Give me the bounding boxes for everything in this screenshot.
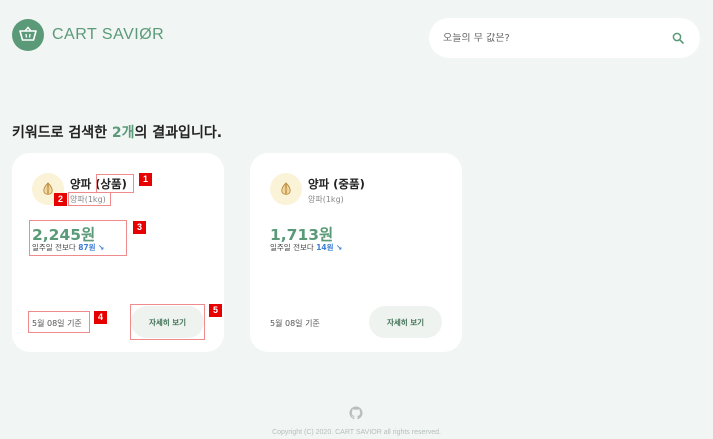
result-prefix: 키워드로 검색한 <box>12 125 112 141</box>
search-icon[interactable] <box>670 30 686 46</box>
search-input[interactable] <box>443 32 670 44</box>
logo[interactable]: CART SAVIØR <box>12 19 164 51</box>
detail-button[interactable]: 자세히 보기 <box>369 306 442 338</box>
copyright-text: Copyright (C) 2020. CART SAVIOR all righ… <box>272 429 441 436</box>
product-card: 양파 (상품) 양파(1kg) 2,245원 일주일 전보다 87원 ↘ 5월 … <box>12 153 224 352</box>
product-name: 양파 (중품) <box>308 177 365 191</box>
annotation-tag: 5 <box>209 304 222 317</box>
arrow-down-right-icon: ↘ <box>97 243 105 252</box>
compare-label: 일주일 전보다 <box>32 243 76 252</box>
compare-value: 14원 <box>316 243 334 252</box>
github-icon[interactable] <box>348 405 364 421</box>
product-unit: 양파(1kg) <box>70 195 106 204</box>
date-label: 5월 08일 기준 <box>270 319 320 328</box>
arrow-down-right-icon: ↘ <box>335 243 343 252</box>
compare-label: 일주일 전보다 <box>270 243 314 252</box>
price-compare: 일주일 전보다 87원 ↘ <box>32 242 104 253</box>
annotation-tag: 2 <box>54 193 67 206</box>
search-bar <box>429 18 700 58</box>
result-count: 2개 <box>111 125 135 141</box>
detail-button[interactable]: 자세히 보기 <box>131 306 204 338</box>
product-card: 양파 (중품) 양파(1kg) 1,713원 일주일 전보다 14원 ↘ 5월 … <box>250 153 462 352</box>
compare-value: 87원 <box>78 243 96 252</box>
onion-icon <box>270 173 302 205</box>
product-name: 양파 (상품) <box>70 177 127 191</box>
shopping-basket-icon <box>12 19 44 51</box>
date-label: 5월 08일 기준 <box>32 319 82 328</box>
result-heading: 키워드로 검색한 2개의 결과입니다. <box>12 122 222 142</box>
result-suffix: 의 결과입니다. <box>134 125 223 141</box>
product-unit: 양파(1kg) <box>308 195 344 204</box>
annotation-tag: 3 <box>133 221 146 234</box>
logo-text: CART SAVIØR <box>52 26 165 43</box>
annotation-tag: 4 <box>94 311 107 324</box>
price-compare: 일주일 전보다 14원 ↘ <box>270 242 342 253</box>
annotation-tag: 1 <box>139 173 152 186</box>
